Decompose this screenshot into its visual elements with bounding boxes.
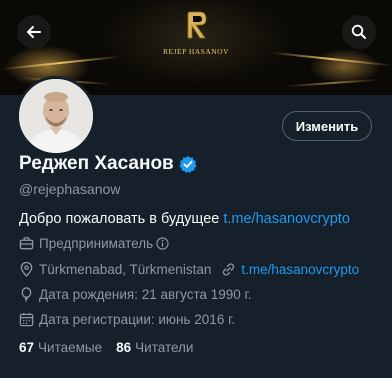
edit-profile-button[interactable]: Изменить bbox=[282, 111, 372, 141]
followers-label: Читатели bbox=[135, 340, 194, 355]
profile-job: Предприниматель bbox=[19, 236, 174, 251]
balloon-icon bbox=[21, 287, 32, 302]
banner-logo-icon bbox=[187, 11, 207, 39]
profile-name: Реджеп Хасанов bbox=[19, 153, 174, 174]
profile-handle: @rejephasanow bbox=[19, 181, 121, 197]
profile-location-row: Türkmenabad, Türkmenistan t.me/hasanovcr… bbox=[19, 262, 359, 277]
back-button[interactable] bbox=[17, 15, 51, 49]
website-link[interactable]: t.me/hasanovcrypto bbox=[241, 262, 359, 277]
search-button[interactable] bbox=[342, 15, 376, 49]
job-text: Предприниматель bbox=[39, 236, 154, 251]
briefcase-icon bbox=[19, 237, 34, 250]
link-icon bbox=[223, 263, 235, 276]
location-text: Türkmenabad, Türkmenistan bbox=[39, 262, 212, 277]
following-stat[interactable]: 67 Читаемые bbox=[19, 340, 102, 355]
profile-bio: Добро пожаловать в будущее t.me/hasanovc… bbox=[19, 211, 350, 227]
following-count: 67 bbox=[19, 340, 35, 355]
location-pin-icon bbox=[20, 262, 33, 277]
profile-birthdate: Дата рождения: 21 августа 1990 г. bbox=[19, 287, 252, 302]
profile-join-date: Дата регистрации: июнь 2016 г. bbox=[19, 312, 235, 327]
info-icon[interactable] bbox=[156, 237, 169, 250]
banner-light-streak bbox=[285, 78, 380, 88]
bio-text: Добро пожаловать в будущее bbox=[19, 211, 224, 227]
follow-stats: 67 Читаемые 86 Читатели bbox=[19, 340, 207, 355]
join-date-text: Дата регистрации: июнь 2016 г. bbox=[39, 312, 236, 327]
profile-avatar[interactable] bbox=[16, 76, 96, 156]
followers-stat[interactable]: 86 Читатели bbox=[116, 340, 193, 355]
banner-light-streak bbox=[0, 55, 120, 71]
back-arrow-icon bbox=[27, 26, 41, 38]
search-icon bbox=[351, 24, 366, 39]
profile-name-row: Реджеп Хасанов bbox=[19, 153, 197, 175]
banner-logo-text: REJEP HASANOV bbox=[162, 47, 230, 56]
following-label: Читаемые bbox=[38, 340, 103, 355]
bio-link[interactable]: t.me/hasanovcrypto bbox=[223, 211, 350, 227]
avatar-photo-icon bbox=[19, 79, 93, 153]
calendar-icon bbox=[19, 312, 34, 327]
followers-count: 86 bbox=[116, 340, 132, 355]
verified-badge-icon[interactable] bbox=[179, 155, 197, 173]
birthdate-text: Дата рождения: 21 августа 1990 г. bbox=[39, 287, 252, 302]
